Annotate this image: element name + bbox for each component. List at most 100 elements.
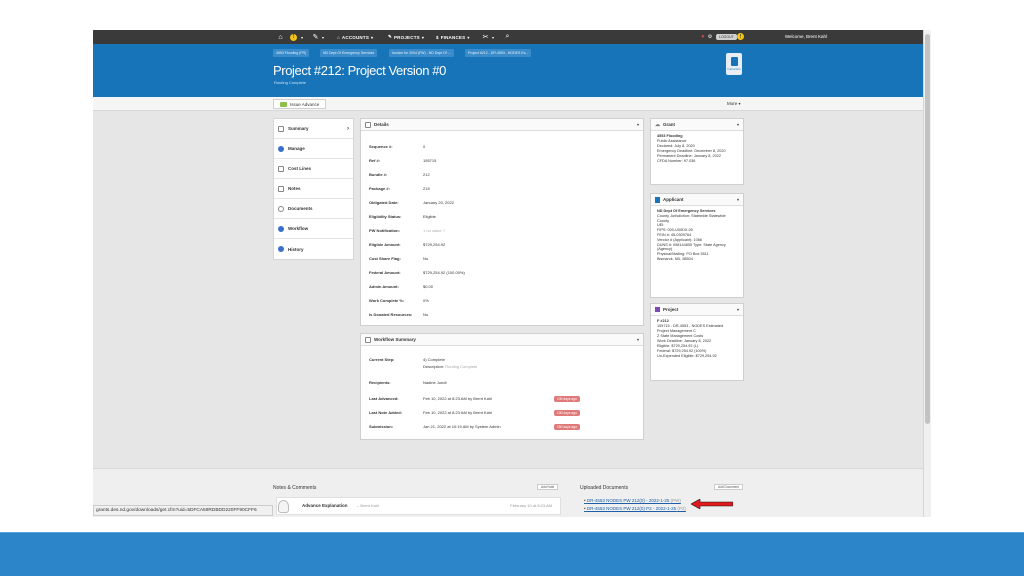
sidebar-item-summary[interactable]: Summary ›	[274, 119, 353, 139]
add-note-button[interactable]: Add Note	[537, 484, 559, 490]
description-label: Description:	[423, 364, 445, 369]
grant-line: Emergency Deadline: December 8, 2020	[657, 149, 726, 153]
alert-icon[interactable]: !	[737, 33, 744, 40]
detail-label: Work Complete %:	[369, 298, 405, 303]
issue-advance-label: Issue Advance	[290, 101, 320, 107]
project-card-header[interactable]: Project ▾	[651, 304, 743, 316]
pin-icon[interactable]: ✎	[311, 32, 320, 42]
applicant-line: County	[657, 218, 670, 223]
detail-value: $0.00	[423, 284, 434, 289]
description-value: Routing Complete	[445, 364, 478, 369]
details-panel-header[interactable]: Details ▾	[361, 119, 643, 131]
document-icon	[278, 205, 284, 212]
applicant-line: Vendor # (Applicant): 1066	[657, 237, 702, 242]
page-status: Routing Complete	[274, 80, 307, 85]
detail-label: Bundle #:	[369, 172, 388, 177]
gear-icon[interactable]: ⚙	[707, 32, 713, 42]
workflow-icon	[365, 336, 371, 343]
more-menu-button[interactable]: More ▾	[727, 101, 741, 106]
documents-section-title: Uploaded Documents	[580, 485, 629, 491]
project-card: Project ▾ F #212 155715 - DR-4553 - NODE…	[650, 303, 744, 381]
note-item[interactable]: Advance Explanation – Brent Kahl Februar…	[276, 497, 561, 515]
logout-button[interactable]: LOGOUT	[716, 34, 737, 40]
applicant-line: Physical/Mailing: PO Box 5511	[657, 252, 709, 257]
chevron-down-icon[interactable]: ▾	[490, 32, 496, 42]
workflow-value: 4) Complete	[423, 357, 445, 362]
home-icon[interactable]: ⌂	[276, 32, 285, 42]
document-icon	[365, 121, 371, 128]
chevron-down-icon: ▾	[371, 34, 374, 40]
applicant-line: FIPS: 000-U00DX-00	[657, 228, 693, 233]
detail-value[interactable]: 1 no value ?	[423, 228, 445, 233]
chevron-down-icon: ▾	[636, 337, 639, 342]
document-tag: (P2)	[677, 506, 686, 511]
sidebar-item-notes[interactable]: Notes	[274, 179, 353, 199]
heart-icon[interactable]: ♥	[700, 32, 706, 42]
workflow-panel-header[interactable]: Workflow Summary ▾	[361, 334, 643, 346]
warning-menu-icon[interactable]: !	[289, 32, 298, 42]
presentation-slide: ⌂ ! ▾ ✎ ▾ ⌂ ACCOUNTS ▾ ✎ PROJECTS ▾ $ FI…	[0, 0, 1024, 576]
workflow-label: Last Note Added:	[369, 410, 402, 415]
detail-value: January 20, 2022	[423, 200, 454, 205]
panel-title: Workflow Summary	[374, 337, 416, 342]
detail-label: Is Donated Resources:	[369, 312, 413, 317]
applicant-name: ND Dept Of Emergency Services	[657, 209, 716, 213]
breadcrumb-item[interactable]: Project #212 - DR-4553 - NODES Es...	[465, 49, 532, 57]
workflow-value: Description: Routing Complete	[423, 364, 477, 369]
tools-icon[interactable]: ✂	[481, 32, 490, 42]
search-icon[interactable]: ⌕	[503, 32, 512, 42]
workflow-label: Current Step:	[369, 357, 395, 362]
workflow-label: Recipients:	[369, 380, 391, 385]
breadcrumb-item[interactable]: Invoice for 2004 (FW) - ND Dept Of ...	[389, 49, 454, 57]
applicant-line: FEIN #: 45-0309764	[657, 232, 692, 237]
document-link[interactable]: • DR-4553 NODES PW 212(0) P2 - 2022-1-25…	[584, 506, 686, 511]
sidebar-item-documents[interactable]: Documents	[274, 199, 353, 219]
vertical-scrollbar[interactable]	[923, 30, 931, 517]
page-title: Project #212: Project Version #0	[273, 63, 446, 78]
days-ago-badge: 130 days ago	[554, 396, 580, 402]
applicant-line: Bismarck, ND, 58504	[657, 256, 693, 261]
document-name[interactable]: DR-4553 NODES PW 212(0) P2 - 2022-1-25	[587, 506, 676, 511]
sidebar-item-label: Notes	[288, 186, 301, 191]
nav-finances-menu[interactable]: $ FINANCES ▾	[436, 33, 470, 41]
sidebar-item-label: Summary	[288, 126, 309, 131]
list-icon	[278, 165, 284, 172]
project-line: Work Deadline: January 8, 2022	[657, 339, 712, 343]
cloud-icon: ☁	[655, 121, 660, 128]
project-line: Z State Management Costs	[657, 334, 704, 338]
browser-screenshot: ⌂ ! ▾ ✎ ▾ ⌂ ACCOUNTS ▾ ✎ PROJECTS ▾ $ FI…	[93, 30, 931, 517]
sidebar-item-workflow[interactable]: Workflow	[274, 219, 353, 239]
sidebar-item-manage[interactable]: Manage	[274, 139, 353, 159]
detail-value: 215	[423, 186, 430, 191]
nav-accounts-menu[interactable]: ⌂ ACCOUNTS ▾	[337, 33, 373, 41]
note-icon	[278, 185, 284, 192]
action-toolbar: Issue Advance More ▾	[93, 97, 923, 111]
scrollbar-thumb[interactable]	[925, 34, 930, 424]
sidebar-item-history[interactable]: History	[274, 239, 353, 259]
document-name[interactable]: DR-4553 NODES PW 212(0) - 2022-1-25	[587, 498, 670, 503]
breadcrumb-item[interactable]: ND Dept Of Emergency Services	[320, 49, 378, 57]
issue-advance-button[interactable]: Issue Advance	[273, 99, 327, 109]
nav-projects-menu[interactable]: ✎ PROJECTS ▾	[388, 33, 424, 41]
instruction-button[interactable]: Instruction	[726, 53, 742, 75]
detail-label: Sequence #:	[369, 144, 393, 149]
note-title[interactable]: Advance Explanation	[302, 503, 348, 508]
welcome-text: Welcome, Brent Kahl	[784, 34, 827, 39]
chevron-down-icon[interactable]: ▾	[299, 32, 305, 42]
panel-title: Project	[663, 307, 679, 312]
add-document-button[interactable]: Add Document	[714, 484, 744, 490]
detail-label: Eligible Amount:	[369, 242, 401, 247]
sidebar-item-cost-lines[interactable]: Cost Lines	[274, 159, 353, 179]
nav-menu-label: FINANCES	[440, 34, 466, 40]
breadcrumb-item[interactable]: 4553 Flooding (FR)	[273, 49, 310, 57]
detail-label: Federal Amount:	[369, 270, 401, 275]
list-icon	[278, 125, 284, 132]
detail-value: 0	[423, 144, 426, 149]
chevron-down-icon[interactable]: ▾	[320, 32, 326, 42]
days-ago-badge: 150 days ago	[554, 424, 580, 430]
applicant-card-header[interactable]: Applicant ▾	[651, 194, 743, 206]
document-link[interactable]: • DR-4553 NODES PW 212(0) - 2022-1-25 (P…	[584, 498, 681, 503]
nav-menu-label: PROJECTS	[393, 34, 420, 40]
grant-card-header[interactable]: ☁ Grant ▾	[651, 119, 743, 131]
project-line: Eligible: $729,254.92 (L)	[657, 344, 699, 348]
